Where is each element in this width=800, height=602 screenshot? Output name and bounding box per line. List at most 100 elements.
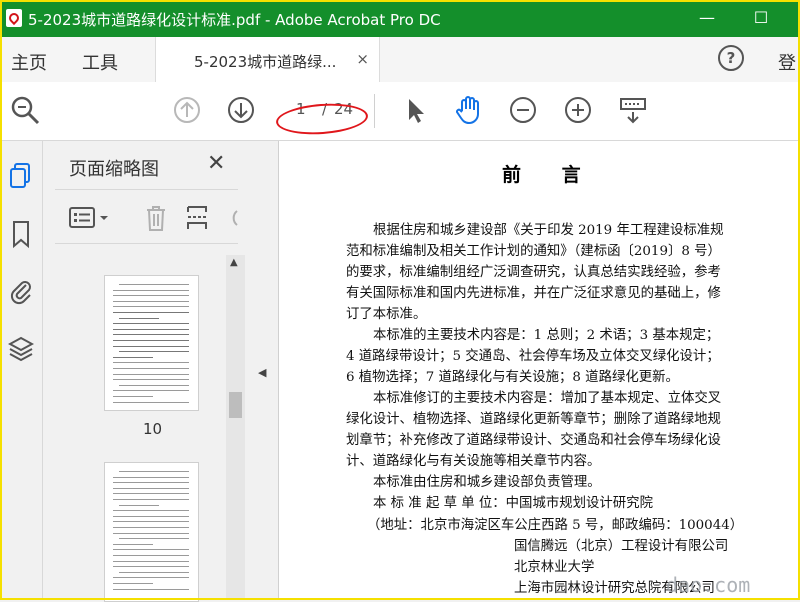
thumbnail-text-line <box>113 482 189 484</box>
thumbnail-text-line <box>113 340 189 341</box>
thumbnail-text-line <box>113 368 189 369</box>
bookmark-icon[interactable] <box>8 219 34 249</box>
hand-tool-icon[interactable] <box>452 93 486 127</box>
tab-tools[interactable]: 工具 <box>82 49 118 75</box>
heading-char-1: 前 <box>502 164 522 186</box>
thumbnail-text-line <box>119 351 189 353</box>
sign-in-button[interactable]: 登 <box>778 49 796 75</box>
thumbnail-text-line <box>113 515 189 517</box>
thumbnail-text-line <box>113 527 189 528</box>
body-line: 北京林业大学 <box>514 560 595 575</box>
thumbnail-text-line <box>113 588 189 590</box>
restore-button[interactable]: ☐ <box>746 6 776 30</box>
thumbnail-text-line <box>119 284 189 285</box>
panel-title: 页面缩略图 <box>69 159 159 180</box>
thumbnail-text-line <box>113 543 153 545</box>
body-line: 6 植物选择；7 道路绿化与有关设施；8 道路绿化更新。 <box>346 370 679 385</box>
thumbnail-text-line <box>113 401 189 403</box>
zoom-out-icon[interactable] <box>506 93 540 127</box>
body-line: 范和标准编制及相关工作计划的通知》（建标函〔2019〕8 号） <box>346 244 721 259</box>
body-line: 本 标 准 起 草 单 位：中国城市规划设计研究院 <box>373 496 653 511</box>
panel-divider <box>55 189 238 190</box>
search-icon[interactable] <box>8 93 42 127</box>
options-menu-icon[interactable] <box>69 205 113 231</box>
attachment-icon[interactable] <box>8 275 34 305</box>
thumbnail-text-line <box>113 362 189 364</box>
thumbnail-text-line <box>113 560 189 562</box>
zoom-in-icon[interactable] <box>561 93 595 127</box>
select-cursor-icon[interactable] <box>398 93 432 127</box>
thumbnail-text-line <box>113 323 189 325</box>
close-tab-icon[interactable]: × <box>356 50 369 68</box>
page-thumbnail-11[interactable] <box>104 462 199 602</box>
body-line: 根据住房和城乡建设部《关于印发 2019 年工程建设标准规 <box>373 223 724 238</box>
thumbnail-text-line <box>113 583 153 584</box>
scroll-up-arrow[interactable]: ▲ <box>230 257 238 268</box>
thumbnail-text-line <box>119 317 159 319</box>
keyboard-fit-icon[interactable] <box>616 93 650 127</box>
toolbar: 1 / 24 <box>0 82 800 141</box>
thumbnail-text-line <box>113 566 189 568</box>
page-thumbnail-10[interactable] <box>104 275 199 411</box>
body-line: 的要求，标准编制组经广泛调查研究，认真总结实践经验，参考 <box>346 265 721 280</box>
thumbnail-text-line <box>113 334 189 336</box>
thumbnail-text-line <box>113 289 189 291</box>
body-line: 计、道路绿化与有关设施等相关章节内容。 <box>346 454 601 469</box>
thumbnail-scrollbar[interactable]: ▲ <box>226 255 245 600</box>
page-thumbnails-icon[interactable] <box>8 161 34 191</box>
help-icon[interactable]: ? <box>718 45 744 71</box>
thumbnail-text-line <box>119 471 189 472</box>
tab-bar: 主页 工具 5-2023城市道路绿... × ? 登 <box>0 37 800 83</box>
collapse-panel-arrow[interactable]: ◀ <box>258 366 266 379</box>
body-line: 国信腾远（北京）工程设计有限公司 <box>514 539 729 554</box>
body-line: 有关国际标准和国内先进标准，并在广泛征求意见的基础上，修 <box>346 286 721 301</box>
next-page-icon[interactable] <box>224 93 258 127</box>
close-panel-icon[interactable]: ✕ <box>207 151 225 176</box>
thumbnail-text-line <box>113 306 189 308</box>
thumbnail-text-line <box>113 345 189 347</box>
tab-document[interactable]: 5-2023城市道路绿... × <box>155 37 380 83</box>
thumbnail-text-line <box>113 396 153 397</box>
acrobat-app-icon <box>6 9 22 27</box>
toolbar-divider <box>374 94 375 128</box>
body-line: 划章节；补充修改了道路绿带设计、交通岛和社会停车场绿化设 <box>346 433 721 448</box>
thumbnail-text-line <box>113 390 189 392</box>
thumbnail-text-line <box>113 555 189 556</box>
title-bar: 5-2023城市道路绿化设计标准.pdf - Adobe Acrobat Pro… <box>0 0 800 37</box>
thumbnail-text-line <box>119 504 159 506</box>
body-line: 本标准由住房和城乡建设部负责管理。 <box>373 475 601 490</box>
body-line: 4 道路绿带设计；5 交通岛、社会停车场及立体交叉绿化设计； <box>346 349 720 364</box>
thumbnail-text-line <box>113 379 189 381</box>
left-rail <box>0 141 43 600</box>
thumbnail-text-line <box>113 493 189 495</box>
tab-home[interactable]: 主页 <box>11 49 47 75</box>
insert-page-icon[interactable] <box>185 203 211 233</box>
rotate-page-icon[interactable] <box>225 205 241 231</box>
heading-char-2: 言 <box>561 164 581 186</box>
minimize-button[interactable]: — <box>692 6 722 30</box>
thumbnail-text-line <box>113 312 189 313</box>
layers-icon[interactable] <box>8 333 34 363</box>
thumbnail-text-line <box>113 487 189 489</box>
thumbnail-text-line <box>113 549 189 551</box>
body-line: （地址：北京市海淀区车公庄西路 5 号，邮政编码：100044） <box>367 518 744 533</box>
document-heading: 前 言 <box>502 160 581 187</box>
thumbnail-text-line <box>113 476 189 478</box>
previous-page-icon[interactable] <box>170 93 204 127</box>
thumbnail-text-line <box>113 328 189 330</box>
panel-divider-2 <box>55 243 238 244</box>
window-title: 5-2023城市道路绿化设计标准.pdf - Adobe Acrobat Pro… <box>28 11 441 29</box>
thumbnail-text-line <box>113 300 189 302</box>
thumbnail-page-label: 10 <box>143 420 163 438</box>
thumbnail-text-line <box>119 384 189 386</box>
scrollbar-thumb[interactable] <box>229 392 242 418</box>
thumbnail-text-line <box>113 295 189 297</box>
thumbnail-text-line <box>113 510 189 512</box>
body-line: 绿化设计、植物选择、道路绿化更新等章节；删除了道路绿地规 <box>346 412 721 427</box>
delete-page-icon[interactable] <box>143 203 169 233</box>
body-line: 本标准修订的主要技术内容是：增加了基本规定、立体交叉 <box>373 391 722 406</box>
thumbnail-text-line <box>113 532 189 534</box>
body-line: 本标准的主要技术内容是：1 总则；2 术语；3 基本规定； <box>373 328 720 343</box>
body-line: 订了本标准。 <box>346 307 427 322</box>
thumbnail-text-line <box>113 499 189 500</box>
